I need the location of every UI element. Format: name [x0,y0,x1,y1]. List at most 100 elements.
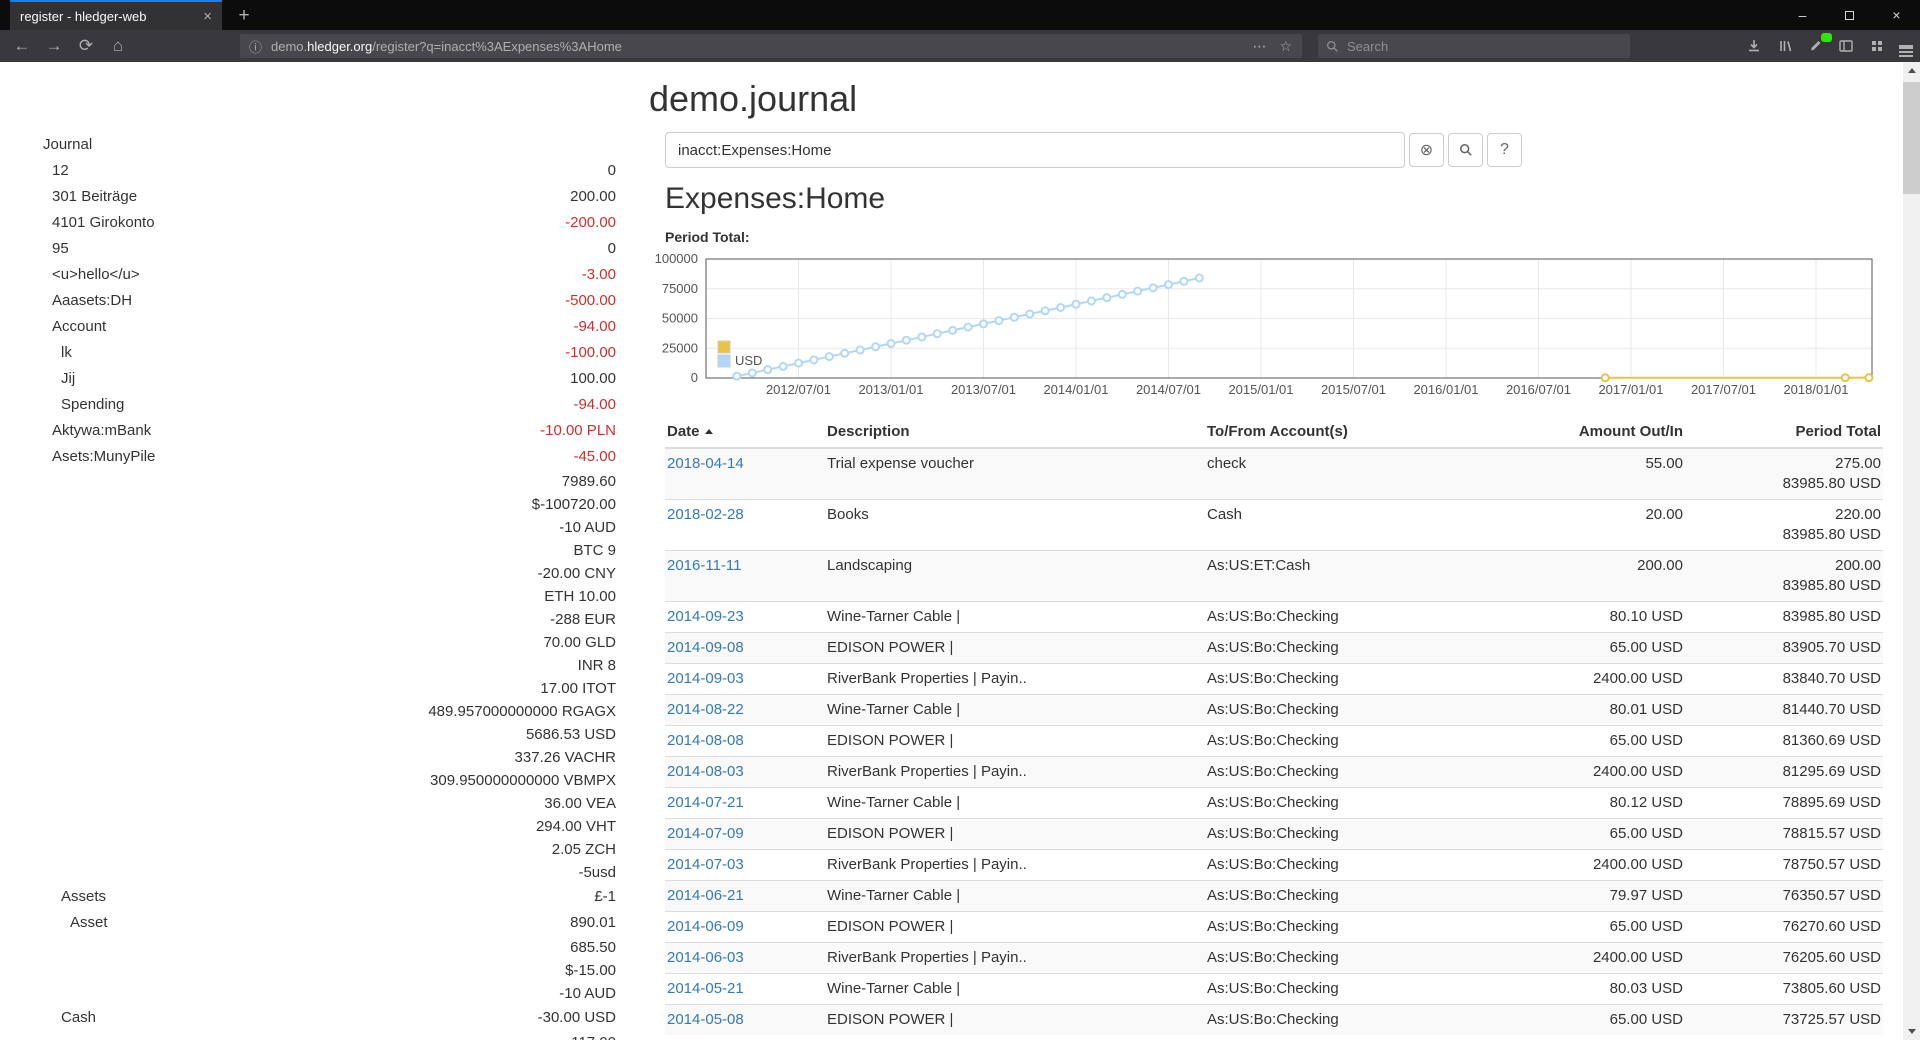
date-link[interactable]: 2018-04-14 [667,455,744,472]
amount-cell: 80.12 USD [1485,788,1685,819]
amount-cell: 65.00 USD [1485,633,1685,664]
account-link[interactable]: Cash [0,1005,96,1031]
reload-icon[interactable]: ⟳ [72,33,100,59]
date-link[interactable]: 2014-07-21 [667,794,744,811]
account-link[interactable]: Asets:MunyPile [0,444,155,470]
scroll-up-icon[interactable] [1903,62,1920,79]
journal-link[interactable]: Journal [43,136,92,153]
extension-badge [1821,33,1832,42]
date-cell: 2018-02-28 [665,500,825,551]
period-total-cell: 81295.69 USD [1685,757,1883,788]
account-link[interactable]: Asset [0,910,108,936]
library-icon[interactable] [1771,33,1799,59]
window-minimize-button[interactable]: – [1779,0,1826,30]
account-link [0,516,52,539]
back-icon[interactable]: ← [8,33,36,59]
download-icon[interactable] [1740,33,1768,59]
period-total-cell: 76205.60 USD [1685,943,1883,974]
window-close-button[interactable]: × [1873,0,1920,30]
account-balance: -3.00 [582,262,640,288]
new-tab-button[interactable]: + [230,2,258,30]
x-tick-label: 2018/01/01 [1783,382,1848,397]
search-help-button[interactable]: ? [1487,133,1522,167]
sidebar-account-row: 309.950000000000 VBMPX [0,769,640,792]
clear-circle-icon: ⊗ [1420,140,1433,160]
date-link[interactable]: 2014-06-09 [667,918,744,935]
account-link[interactable]: <u>hello</u> [0,262,140,288]
site-info-icon[interactable]: ⓘ [249,37,262,56]
highlighter-icon[interactable] [1802,33,1830,59]
account-link[interactable]: 4101 Girokonto [0,210,155,236]
date-link[interactable]: 2014-05-21 [667,980,744,997]
date-link[interactable]: 2014-05-08 [667,1011,744,1028]
date-link[interactable]: 2014-08-08 [667,732,744,749]
x-tick-label: 2017/07/01 [1691,382,1756,397]
account-link[interactable]: Assets [0,884,106,910]
clear-search-button[interactable]: ⊗ [1409,133,1444,167]
scrollbar[interactable] [1903,62,1920,1040]
query-input[interactable] [665,132,1405,168]
home-icon[interactable]: ⌂ [104,33,132,59]
period-total-cell: 76270.60 USD [1685,912,1883,943]
browser-titlebar: register - hledger-web × + – × [0,0,1920,30]
amount-cell: 2400.00 USD [1485,757,1685,788]
data-point [780,363,787,370]
date-link[interactable]: 2014-08-03 [667,763,744,780]
date-link[interactable]: 2014-09-23 [667,608,744,625]
column-header-date[interactable]: Date [665,420,825,448]
account-link[interactable]: Aktywa:mBank [0,418,151,444]
sidebar-toggle-icon[interactable] [1832,33,1860,59]
account-link[interactable]: Aaasets:DH [0,288,132,314]
amount-cell: 2400.00 USD [1485,943,1685,974]
account-link[interactable]: Spending [0,392,124,418]
data-point [1011,314,1018,321]
tab-title: register - hledger-web [20,9,195,24]
date-link[interactable]: 2014-08-22 [667,701,744,718]
table-row: 2014-09-23Wine-Tarner Cable |As:US:Bo:Ch… [665,602,1883,633]
scrollbar-thumb[interactable] [1903,82,1920,194]
date-link[interactable]: 2014-06-21 [667,887,744,904]
account-link [0,838,52,861]
table-row: 2014-09-03RiverBank Properties | Payin..… [665,664,1883,695]
apps-grid-icon[interactable] [1863,33,1891,59]
account-link[interactable]: lk [0,340,72,366]
date-link[interactable]: 2014-07-09 [667,825,744,842]
date-link[interactable]: 2014-07-03 [667,856,744,873]
account-link[interactable]: 95 [0,236,69,262]
forward-icon[interactable]: → [40,33,68,59]
sidebar-account-row: Aaasets:DH -500.00 [0,288,640,314]
date-link[interactable]: 2016-11-11 [667,557,742,574]
account-link[interactable]: 301 Beiträge [0,184,137,210]
tab-close-icon[interactable]: × [203,8,212,25]
date-link[interactable]: 2018-02-28 [667,506,744,523]
browser-search-bar[interactable]: Search [1318,34,1630,58]
browser-tab[interactable]: register - hledger-web × [10,0,222,30]
bookmark-star-icon[interactable]: ☆ [1279,38,1292,55]
amount-cell: 79.97 USD [1485,881,1685,912]
date-cell: 2014-09-23 [665,602,825,633]
window-maximize-button[interactable] [1826,0,1873,30]
sidebar-account-row: $-15.00 [0,959,640,982]
account-balance: -500.00 [565,288,640,314]
account-balance: -20.00 CNY [538,562,640,585]
sidebar-account-row: 4101 Girokonto-200.00 [0,210,640,236]
url-bar[interactable]: ⓘ demo.hledger.org/register?q=inacct%3AE… [240,34,1302,58]
scroll-down-icon[interactable] [1903,1023,1920,1040]
account-link[interactable]: 12 [0,158,69,184]
date-link[interactable]: 2014-09-03 [667,670,744,687]
data-point [795,360,802,367]
account-link[interactable]: Account [0,314,106,340]
data-point [749,369,756,376]
account-balance: 0 [608,158,640,184]
data-point [872,343,879,350]
date-link[interactable]: 2014-09-08 [667,639,744,656]
date-link[interactable]: 2014-06-03 [667,949,744,966]
search-button[interactable] [1448,133,1483,167]
account-link[interactable]: Jij [0,366,75,392]
page-actions-icon[interactable]: ⋯ [1252,38,1267,55]
menu-icon[interactable] [1892,33,1920,59]
account-balance: 70.00 GLD [543,631,640,654]
account-balance: 294.00 VHT [536,815,640,838]
period-total-cell: 83840.70 USD [1685,664,1883,695]
x-tick-label: 2017/01/01 [1598,382,1663,397]
